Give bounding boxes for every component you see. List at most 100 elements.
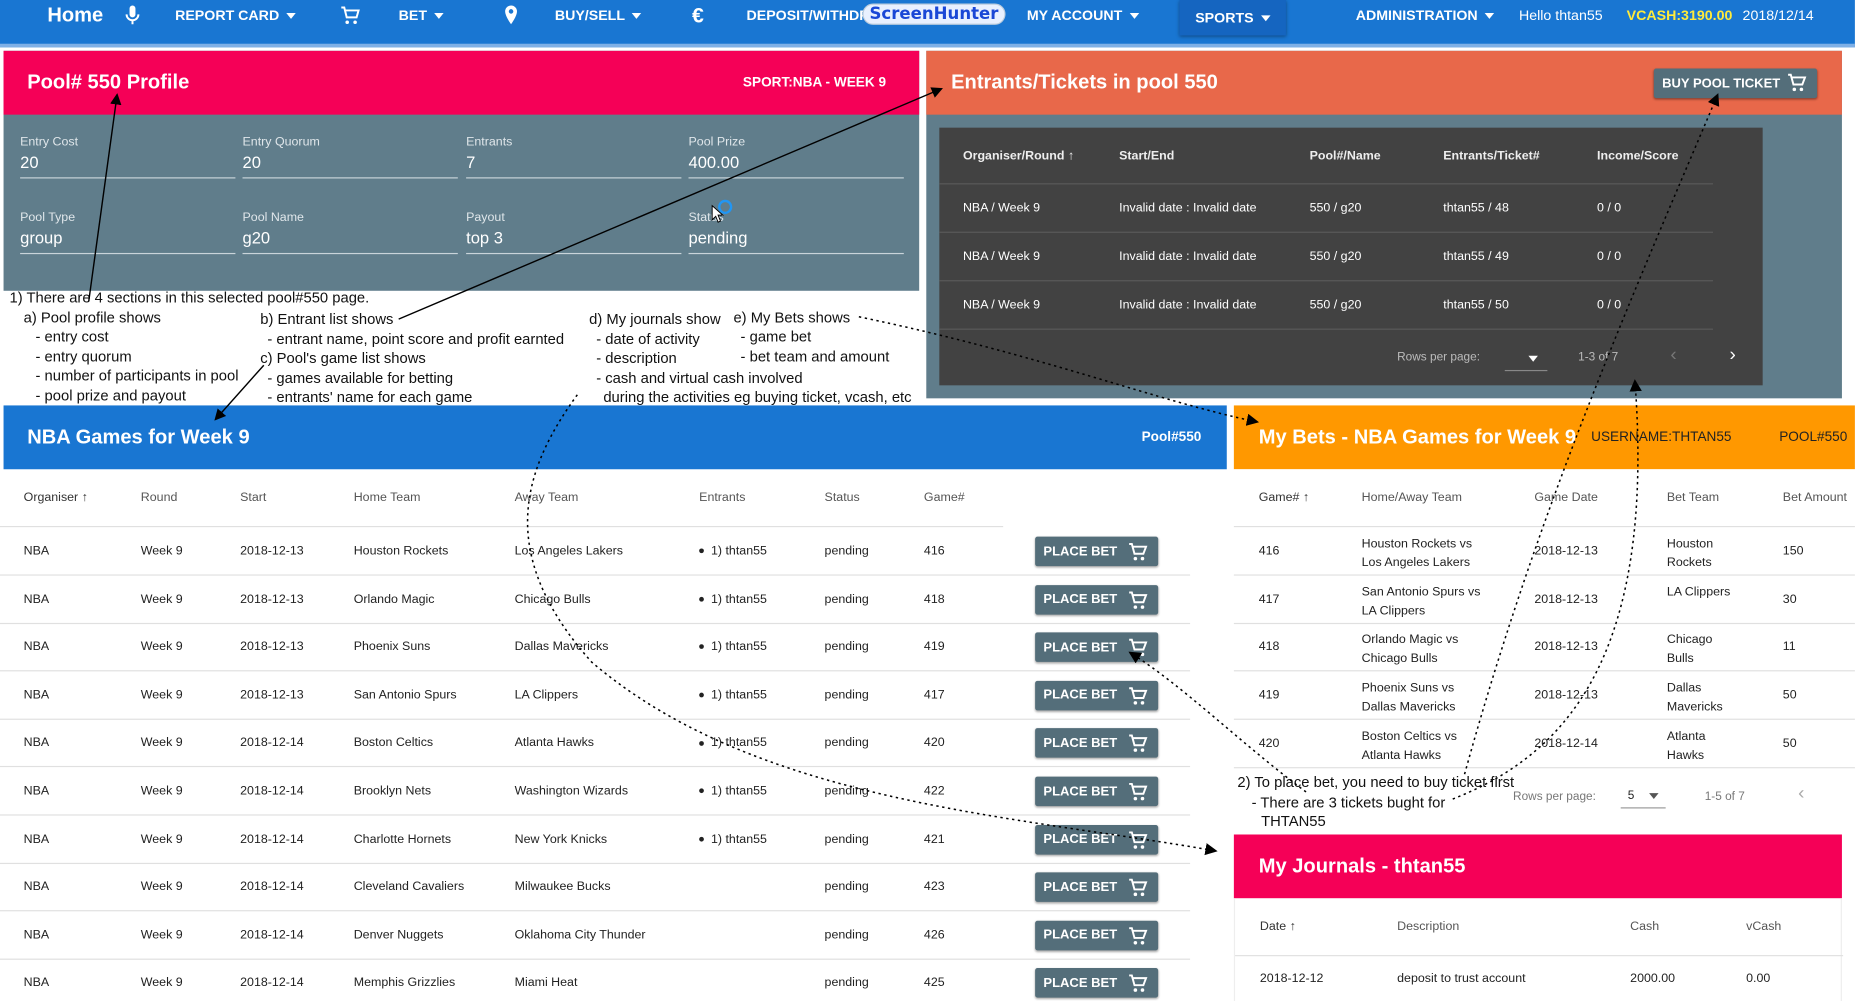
microphone-icon[interactable]	[121, 4, 145, 28]
pool-type-field[interactable]: group	[20, 228, 236, 255]
pool-prize-field[interactable]: 400.00	[688, 152, 904, 179]
col-game-date[interactable]: Game Date	[1534, 491, 1598, 505]
rows-per-page-value: 5	[1627, 789, 1635, 803]
bullet-icon	[699, 788, 704, 794]
bullet-icon	[699, 644, 704, 650]
cart-icon	[1129, 639, 1148, 657]
table-cell: 417	[923, 687, 945, 702]
place-bet-button[interactable]: PLACE BET	[1035, 920, 1159, 951]
col-home-team[interactable]: Home Team	[354, 491, 421, 505]
arrow-up-icon: ↑	[81, 490, 88, 505]
place-bet-button[interactable]: PLACE BET	[1035, 872, 1159, 903]
col-bet-team[interactable]: Bet Team	[1667, 491, 1719, 505]
col-round[interactable]: Round	[141, 491, 178, 505]
col-vcash[interactable]: vCash	[1746, 920, 1781, 934]
annotation-text: - bet team and amount	[740, 348, 890, 366]
place-bet-button[interactable]: PLACE BET	[1035, 968, 1159, 999]
table-cell: 550 / g20	[1309, 200, 1362, 216]
table-cell: thtan55 / 50	[1443, 297, 1509, 313]
col-income-score[interactable]: Income/Score	[1597, 149, 1678, 163]
nav-my-account-menu[interactable]: MY ACCOUNT	[1027, 0, 1139, 31]
chevron-right-icon[interactable]: ›	[1730, 345, 1736, 366]
nav-home-link[interactable]: Home	[47, 0, 103, 31]
nav-sports-menu[interactable]: SPORTS	[1179, 0, 1286, 36]
chevron-left-icon[interactable]: ‹	[1670, 345, 1676, 366]
col-start-end[interactable]: Start/End	[1119, 149, 1174, 163]
table-divider	[1233, 525, 1855, 528]
rows-per-page-select[interactable]	[1504, 348, 1548, 372]
annotation-text: - entry quorum	[35, 348, 132, 366]
table-cell: 2018-12-14	[1534, 736, 1598, 751]
table-cell: 1) thtan55	[699, 640, 767, 654]
entrants-field[interactable]: 7	[466, 152, 682, 179]
entrants-label: Entrants	[466, 134, 513, 149]
col-bet-amount[interactable]: Bet Amount	[1783, 491, 1847, 505]
table-divider	[0, 622, 1191, 624]
nav-deposit-menu[interactable]: DEPOSIT/WITHDR	[746, 0, 869, 31]
nav-administration-menu[interactable]: ADMINISTRATION	[1356, 0, 1495, 31]
place-bet-button[interactable]: PLACE BET	[1035, 824, 1159, 855]
col-game-number[interactable]: Game# ↑	[1259, 491, 1309, 505]
entry-quorum-field[interactable]: 20	[242, 152, 458, 179]
cart-icon	[1129, 734, 1148, 753]
euro-icon[interactable]: €	[692, 0, 704, 31]
table-divider	[0, 814, 1191, 816]
status-field[interactable]: pending	[688, 228, 904, 255]
table-cell: San Antonio Spurs vs LA Clippers	[1362, 582, 1481, 620]
place-bet-button[interactable]: PLACE BET	[1035, 728, 1159, 759]
pool-name-field[interactable]: g20	[242, 228, 458, 255]
table-divider	[0, 958, 1191, 960]
col-organiser-round[interactable]: Organiser/Round ↑	[963, 149, 1074, 163]
place-bet-label: PLACE BET	[1043, 976, 1118, 991]
col-game-number[interactable]: Game#	[924, 491, 965, 505]
table-cell: 50	[1782, 736, 1797, 751]
col-description[interactable]: Description	[1397, 920, 1459, 934]
table-cell: 417	[1258, 591, 1280, 606]
payout-field[interactable]: top 3	[466, 228, 682, 255]
location-pin-icon[interactable]	[499, 4, 523, 28]
table-cell: 30	[1782, 591, 1797, 606]
table-cell: 2018-12-14	[240, 927, 304, 942]
table-cell: Miami Heat	[514, 975, 578, 990]
table-divider	[939, 231, 1713, 233]
place-bet-button[interactable]: PLACE BET	[1035, 632, 1159, 663]
place-bet-button[interactable]: PLACE BET	[1035, 536, 1159, 567]
bets-pool: POOL#550	[1779, 430, 1848, 445]
col-status[interactable]: Status	[825, 491, 860, 505]
buy-pool-ticket-button[interactable]: BUY POOL TICKET	[1653, 68, 1818, 99]
rows-per-page-select[interactable]: 5	[1620, 782, 1666, 809]
chevron-left-icon[interactable]: ‹	[1798, 784, 1804, 805]
place-bet-button[interactable]: PLACE BET	[1035, 680, 1159, 711]
nav-report-card-menu[interactable]: REPORT CARD	[175, 0, 296, 31]
col-date[interactable]: Date ↑	[1260, 920, 1296, 934]
table-divider	[939, 328, 1713, 330]
table-cell: Week 9	[140, 639, 183, 654]
col-cash[interactable]: Cash	[1630, 920, 1659, 934]
chevron-down-icon	[1129, 12, 1139, 19]
col-pool-name[interactable]: Pool#/Name	[1310, 149, 1381, 163]
cart-icon[interactable]	[338, 4, 362, 28]
place-bet-button[interactable]: PLACE BET	[1035, 584, 1159, 615]
table-cell: Week 9	[140, 879, 183, 894]
nav-bet-menu[interactable]: BET	[399, 0, 444, 31]
nav-buy-sell-menu[interactable]: BUY/SELL	[555, 0, 642, 31]
table-cell: Chicago Bulls	[1667, 630, 1713, 668]
place-bet-label: PLACE BET	[1043, 832, 1118, 847]
table-cell: 419	[1258, 688, 1280, 703]
col-entrants[interactable]: Entrants	[699, 491, 745, 505]
table-cell: 2018-12-13	[1534, 543, 1598, 558]
col-entrants-ticket[interactable]: Entrants/Ticket#	[1443, 149, 1539, 163]
table-cell: pending	[824, 687, 869, 702]
games-table: Organiser ↑ Round Start Home Team Away T…	[0, 469, 1227, 1001]
col-away-team[interactable]: Away Team	[515, 491, 579, 505]
col-start[interactable]: Start	[240, 491, 266, 505]
place-bet-label: PLACE BET	[1043, 688, 1118, 703]
entry-cost-field[interactable]: 20	[20, 152, 236, 179]
col-home-away-team[interactable]: Home/Away Team	[1362, 491, 1462, 505]
annotation-text: - pool prize and payout	[35, 387, 186, 405]
table-cell: thtan55 / 49	[1443, 249, 1509, 264]
place-bet-button[interactable]: PLACE BET	[1035, 776, 1159, 807]
entrant-name: 1) thtan55	[710, 591, 767, 606]
table-cell: Week 9	[140, 927, 183, 942]
col-organiser[interactable]: Organiser ↑	[24, 491, 88, 505]
